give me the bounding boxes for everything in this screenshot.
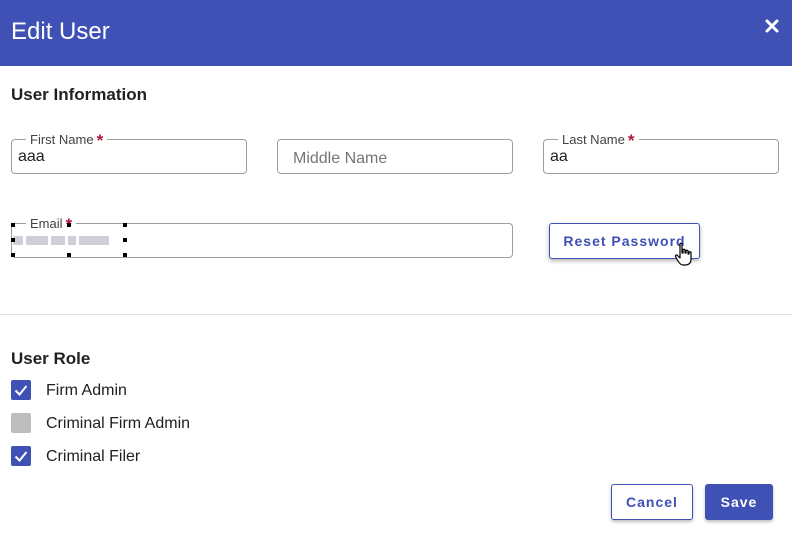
dialog-title: Edit User bbox=[11, 18, 110, 45]
first-name-field[interactable]: First Name * aaa bbox=[11, 129, 247, 174]
email-value-redacted bbox=[13, 232, 125, 252]
middle-name-field[interactable]: Middle Name bbox=[277, 139, 513, 174]
cancel-button[interactable]: Cancel bbox=[611, 484, 693, 520]
section-divider bbox=[0, 314, 792, 315]
selection-handle bbox=[11, 223, 15, 227]
selection-handle bbox=[67, 253, 71, 257]
role-label: Criminal Firm Admin bbox=[46, 415, 191, 432]
selection-handle bbox=[123, 253, 127, 257]
last-name-value: aa bbox=[550, 148, 568, 165]
required-marker: * bbox=[96, 131, 104, 150]
first-name-value: aaa bbox=[18, 148, 45, 165]
checkbox-checked[interactable] bbox=[11, 380, 31, 400]
required-marker: * bbox=[627, 131, 635, 150]
middle-name-placeholder: Middle Name bbox=[293, 150, 388, 167]
dialog-header: Edit User bbox=[0, 0, 792, 66]
user-information-heading: User Information bbox=[11, 85, 148, 104]
checkbox-checked[interactable] bbox=[11, 446, 31, 466]
email-field[interactable]: Email* bbox=[11, 213, 513, 258]
user-role-heading: User Role bbox=[11, 349, 91, 368]
save-button[interactable]: Save bbox=[705, 484, 773, 520]
close-icon[interactable] bbox=[764, 18, 780, 34]
selection-handle bbox=[11, 253, 15, 257]
selection-handle bbox=[123, 223, 127, 227]
selection-handle bbox=[67, 223, 71, 227]
role-label: Firm Admin bbox=[46, 382, 127, 399]
selection-handle bbox=[11, 238, 15, 242]
role-label: Criminal Filer bbox=[46, 448, 141, 465]
selection-handle bbox=[123, 238, 127, 242]
checkbox-unchecked[interactable] bbox=[11, 413, 31, 433]
hand-pointer-icon bbox=[674, 242, 694, 268]
last-name-label: Last Name * bbox=[558, 129, 639, 150]
first-name-label: First Name * bbox=[26, 129, 108, 150]
last-name-field[interactable]: Last Name * aa bbox=[543, 129, 779, 174]
